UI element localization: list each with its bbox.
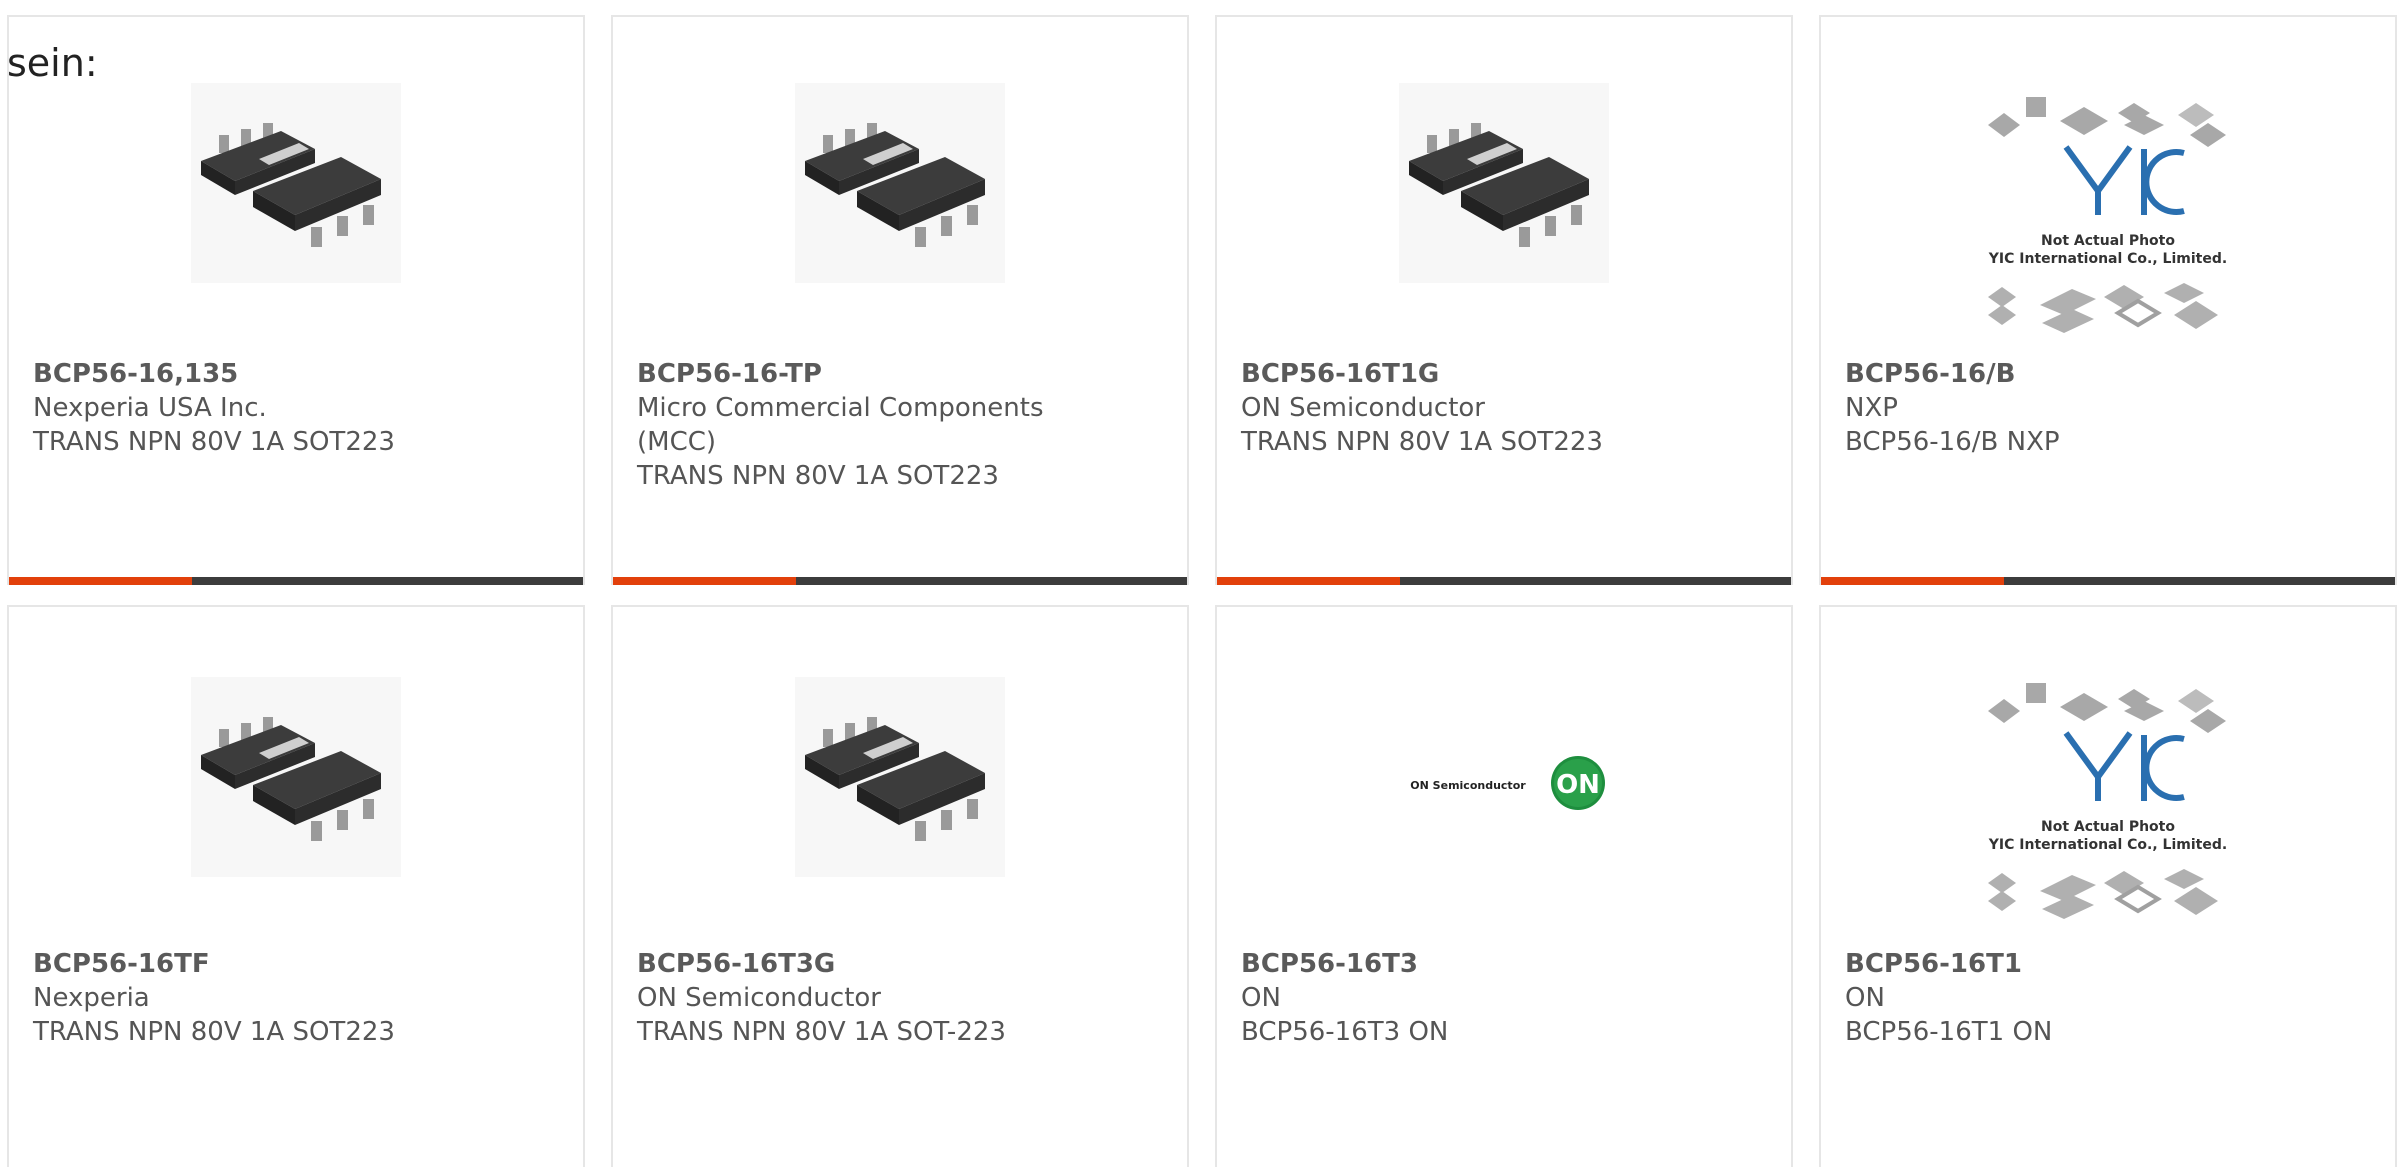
card-accent-bar	[613, 577, 796, 585]
product-info: BCP56-16/B NXP BCP56-16/B NXP	[1845, 357, 2325, 459]
part-number[interactable]: BCP56-16T1G	[1241, 357, 1721, 391]
part-number[interactable]: BCP56-16T3G	[637, 947, 1117, 981]
card-accent-bar	[1821, 577, 2004, 585]
intro-text: sein:	[7, 41, 98, 85]
on-semi-wordmark: ON Semiconductor	[1410, 779, 1526, 792]
on-logo-mark: ON	[1556, 770, 1600, 800]
product-info: BCP56-16TF Nexperia TRANS NPN 80V 1A SOT…	[33, 947, 513, 1049]
manufacturer: NXP	[1845, 393, 1898, 423]
manufacturer: Micro Commercial Components (MCC)	[637, 393, 1044, 457]
part-number[interactable]: BCP56-16-TP	[637, 357, 1117, 391]
product-grid-page: sein: BCP56-16,135 Nexperia USA Inc. TRA…	[0, 0, 2400, 1167]
sot223-package-image	[191, 83, 401, 283]
description: TRANS NPN 80V 1A SOT223	[1241, 427, 1603, 457]
yic-not-actual-photo-image: Not Actual Photo YIC International Co., …	[1988, 97, 2227, 333]
description: BCP56-16/B NXP	[1845, 427, 2060, 457]
product-info: BCP56-16T3G ON Semiconductor TRANS NPN 8…	[637, 947, 1117, 1049]
manufacturer: ON Semiconductor	[1241, 393, 1485, 423]
yic-not-actual-photo-image: Not Actual Photo YIC International Co., …	[1988, 683, 2227, 919]
product-card[interactable]: Not Actual Photo YIC International Co., …	[1819, 15, 2397, 585]
product-info: BCP56-16T3 ON BCP56-16T3 ON	[1241, 947, 1721, 1049]
description: BCP56-16T1 ON	[1845, 1017, 2053, 1047]
card-bottom-bar	[9, 577, 583, 585]
product-info: BCP56-16,135 Nexperia USA Inc. TRANS NPN…	[33, 357, 513, 459]
yic-caption-line1: Not Actual Photo	[2041, 819, 2175, 835]
product-info: BCP56-16-TP Micro Commercial Components …	[637, 357, 1117, 493]
part-number[interactable]: BCP56-16,135	[33, 357, 513, 391]
product-card[interactable]: ON Semiconductor ON BCP56-16T3 ON BCP56-…	[1215, 605, 1793, 1167]
product-info: BCP56-16T1 ON BCP56-16T1 ON	[1845, 947, 2325, 1049]
description: TRANS NPN 80V 1A SOT223	[33, 1017, 395, 1047]
part-number[interactable]: BCP56-16TF	[33, 947, 513, 981]
yic-caption-line2: YIC International Co., Limited.	[1988, 837, 2227, 853]
card-bottom-bar	[613, 577, 1187, 585]
part-number[interactable]: BCP56-16/B	[1845, 357, 2325, 391]
yic-caption-line2: YIC International Co., Limited.	[1988, 251, 2227, 267]
on-semiconductor-logo-image: ON Semiconductor ON	[1410, 756, 1605, 810]
sot223-package-image	[191, 677, 401, 877]
product-info: BCP56-16T1G ON Semiconductor TRANS NPN 8…	[1241, 357, 1721, 459]
card-accent-bar	[9, 577, 192, 585]
product-card[interactable]: BCP56-16TF Nexperia TRANS NPN 80V 1A SOT…	[7, 605, 585, 1167]
product-card[interactable]: BCP56-16T3G ON Semiconductor TRANS NPN 8…	[611, 605, 1189, 1167]
sot223-package-image	[795, 677, 1005, 877]
manufacturer: ON	[1241, 983, 1281, 1013]
description: TRANS NPN 80V 1A SOT223	[33, 427, 395, 457]
card-accent-bar	[1217, 577, 1400, 585]
card-bottom-bar	[1217, 577, 1791, 585]
product-card[interactable]: BCP56-16,135 Nexperia USA Inc. TRANS NPN…	[7, 15, 585, 585]
card-bottom-bar	[1821, 577, 2395, 585]
manufacturer: Nexperia USA Inc.	[33, 393, 267, 423]
product-card[interactable]: Not Actual Photo YIC International Co., …	[1819, 605, 2397, 1167]
manufacturer: Nexperia	[33, 983, 150, 1013]
part-number[interactable]: BCP56-16T3	[1241, 947, 1721, 981]
manufacturer: ON	[1845, 983, 1885, 1013]
sot223-package-image	[795, 83, 1005, 283]
description: BCP56-16T3 ON	[1241, 1017, 1449, 1047]
description: TRANS NPN 80V 1A SOT-223	[637, 1017, 1006, 1047]
manufacturer: ON Semiconductor	[637, 983, 881, 1013]
sot223-package-image	[1399, 83, 1609, 283]
product-card[interactable]: BCP56-16T1G ON Semiconductor TRANS NPN 8…	[1215, 15, 1793, 585]
part-number[interactable]: BCP56-16T1	[1845, 947, 2325, 981]
product-card[interactable]: BCP56-16-TP Micro Commercial Components …	[611, 15, 1189, 585]
yic-caption-line1: Not Actual Photo	[2041, 233, 2175, 249]
description: TRANS NPN 80V 1A SOT223	[637, 461, 999, 491]
